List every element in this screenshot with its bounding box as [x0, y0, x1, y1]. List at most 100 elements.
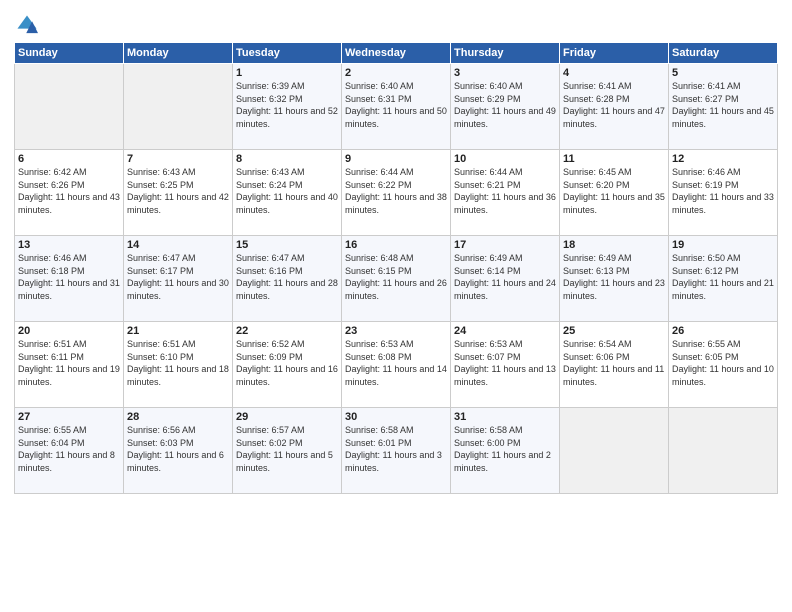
- calendar-cell: 4 Sunrise: 6:41 AM Sunset: 6:28 PM Dayli…: [560, 64, 669, 150]
- day-number: 29: [236, 411, 338, 423]
- day-number: 14: [127, 239, 229, 251]
- col-header-tuesday: Tuesday: [233, 43, 342, 64]
- calendar-cell: 28 Sunrise: 6:56 AM Sunset: 6:03 PM Dayl…: [124, 408, 233, 494]
- day-number: 31: [454, 411, 556, 423]
- calendar-cell: 9 Sunrise: 6:44 AM Sunset: 6:22 PM Dayli…: [342, 150, 451, 236]
- day-number: 5: [672, 67, 774, 79]
- day-detail: Sunrise: 6:42 AM Sunset: 6:26 PM Dayligh…: [18, 166, 120, 216]
- day-detail: Sunrise: 6:41 AM Sunset: 6:27 PM Dayligh…: [672, 80, 774, 130]
- calendar-cell: 21 Sunrise: 6:51 AM Sunset: 6:10 PM Dayl…: [124, 322, 233, 408]
- calendar-cell: 20 Sunrise: 6:51 AM Sunset: 6:11 PM Dayl…: [15, 322, 124, 408]
- logo-icon: [16, 14, 38, 36]
- day-detail: Sunrise: 6:55 AM Sunset: 6:04 PM Dayligh…: [18, 424, 120, 474]
- day-number: 2: [345, 67, 447, 79]
- day-detail: Sunrise: 6:39 AM Sunset: 6:32 PM Dayligh…: [236, 80, 338, 130]
- day-detail: Sunrise: 6:52 AM Sunset: 6:09 PM Dayligh…: [236, 338, 338, 388]
- day-number: 23: [345, 325, 447, 337]
- day-detail: Sunrise: 6:55 AM Sunset: 6:05 PM Dayligh…: [672, 338, 774, 388]
- day-detail: Sunrise: 6:47 AM Sunset: 6:16 PM Dayligh…: [236, 252, 338, 302]
- calendar-cell: 8 Sunrise: 6:43 AM Sunset: 6:24 PM Dayli…: [233, 150, 342, 236]
- day-detail: Sunrise: 6:44 AM Sunset: 6:21 PM Dayligh…: [454, 166, 556, 216]
- day-detail: Sunrise: 6:57 AM Sunset: 6:02 PM Dayligh…: [236, 424, 338, 474]
- day-number: 30: [345, 411, 447, 423]
- day-number: 16: [345, 239, 447, 251]
- day-detail: Sunrise: 6:51 AM Sunset: 6:11 PM Dayligh…: [18, 338, 120, 388]
- calendar-cell: 11 Sunrise: 6:45 AM Sunset: 6:20 PM Dayl…: [560, 150, 669, 236]
- calendar-cell: 18 Sunrise: 6:49 AM Sunset: 6:13 PM Dayl…: [560, 236, 669, 322]
- calendar-cell: 19 Sunrise: 6:50 AM Sunset: 6:12 PM Dayl…: [669, 236, 778, 322]
- day-detail: Sunrise: 6:51 AM Sunset: 6:10 PM Dayligh…: [127, 338, 229, 388]
- day-number: 7: [127, 153, 229, 165]
- day-detail: Sunrise: 6:58 AM Sunset: 6:01 PM Dayligh…: [345, 424, 447, 474]
- calendar-week-3: 13 Sunrise: 6:46 AM Sunset: 6:18 PM Dayl…: [15, 236, 778, 322]
- calendar-cell: 3 Sunrise: 6:40 AM Sunset: 6:29 PM Dayli…: [451, 64, 560, 150]
- col-header-saturday: Saturday: [669, 43, 778, 64]
- day-number: 11: [563, 153, 665, 165]
- calendar-cell: 31 Sunrise: 6:58 AM Sunset: 6:00 PM Dayl…: [451, 408, 560, 494]
- calendar-week-4: 20 Sunrise: 6:51 AM Sunset: 6:11 PM Dayl…: [15, 322, 778, 408]
- calendar-cell: 6 Sunrise: 6:42 AM Sunset: 6:26 PM Dayli…: [15, 150, 124, 236]
- day-detail: Sunrise: 6:40 AM Sunset: 6:31 PM Dayligh…: [345, 80, 447, 130]
- col-header-wednesday: Wednesday: [342, 43, 451, 64]
- day-detail: Sunrise: 6:46 AM Sunset: 6:19 PM Dayligh…: [672, 166, 774, 216]
- day-number: 17: [454, 239, 556, 251]
- col-header-sunday: Sunday: [15, 43, 124, 64]
- calendar-cell: 15 Sunrise: 6:47 AM Sunset: 6:16 PM Dayl…: [233, 236, 342, 322]
- day-detail: Sunrise: 6:56 AM Sunset: 6:03 PM Dayligh…: [127, 424, 229, 474]
- calendar-cell: 16 Sunrise: 6:48 AM Sunset: 6:15 PM Dayl…: [342, 236, 451, 322]
- day-number: 18: [563, 239, 665, 251]
- col-header-thursday: Thursday: [451, 43, 560, 64]
- logo: [14, 14, 38, 36]
- day-number: 24: [454, 325, 556, 337]
- day-detail: Sunrise: 6:47 AM Sunset: 6:17 PM Dayligh…: [127, 252, 229, 302]
- day-detail: Sunrise: 6:58 AM Sunset: 6:00 PM Dayligh…: [454, 424, 556, 474]
- day-detail: Sunrise: 6:40 AM Sunset: 6:29 PM Dayligh…: [454, 80, 556, 130]
- day-number: 13: [18, 239, 120, 251]
- calendar-cell: 13 Sunrise: 6:46 AM Sunset: 6:18 PM Dayl…: [15, 236, 124, 322]
- calendar-cell: 17 Sunrise: 6:49 AM Sunset: 6:14 PM Dayl…: [451, 236, 560, 322]
- calendar-week-5: 27 Sunrise: 6:55 AM Sunset: 6:04 PM Dayl…: [15, 408, 778, 494]
- day-detail: Sunrise: 6:53 AM Sunset: 6:08 PM Dayligh…: [345, 338, 447, 388]
- day-number: 8: [236, 153, 338, 165]
- header: [14, 10, 778, 36]
- day-detail: Sunrise: 6:48 AM Sunset: 6:15 PM Dayligh…: [345, 252, 447, 302]
- calendar-header-row: SundayMondayTuesdayWednesdayThursdayFrid…: [15, 43, 778, 64]
- calendar-table: SundayMondayTuesdayWednesdayThursdayFrid…: [14, 42, 778, 494]
- day-detail: Sunrise: 6:43 AM Sunset: 6:25 PM Dayligh…: [127, 166, 229, 216]
- day-number: 15: [236, 239, 338, 251]
- calendar-cell: [124, 64, 233, 150]
- logo-text: [14, 14, 38, 36]
- day-number: 6: [18, 153, 120, 165]
- day-detail: Sunrise: 6:46 AM Sunset: 6:18 PM Dayligh…: [18, 252, 120, 302]
- calendar-cell: 30 Sunrise: 6:58 AM Sunset: 6:01 PM Dayl…: [342, 408, 451, 494]
- day-detail: Sunrise: 6:43 AM Sunset: 6:24 PM Dayligh…: [236, 166, 338, 216]
- calendar-cell: 1 Sunrise: 6:39 AM Sunset: 6:32 PM Dayli…: [233, 64, 342, 150]
- day-number: 28: [127, 411, 229, 423]
- day-detail: Sunrise: 6:54 AM Sunset: 6:06 PM Dayligh…: [563, 338, 665, 388]
- calendar-cell: 10 Sunrise: 6:44 AM Sunset: 6:21 PM Dayl…: [451, 150, 560, 236]
- calendar-cell: 2 Sunrise: 6:40 AM Sunset: 6:31 PM Dayli…: [342, 64, 451, 150]
- day-detail: Sunrise: 6:50 AM Sunset: 6:12 PM Dayligh…: [672, 252, 774, 302]
- calendar-cell: [15, 64, 124, 150]
- day-number: 4: [563, 67, 665, 79]
- calendar-cell: 27 Sunrise: 6:55 AM Sunset: 6:04 PM Dayl…: [15, 408, 124, 494]
- day-number: 20: [18, 325, 120, 337]
- calendar-cell: 7 Sunrise: 6:43 AM Sunset: 6:25 PM Dayli…: [124, 150, 233, 236]
- day-number: 1: [236, 67, 338, 79]
- day-number: 12: [672, 153, 774, 165]
- day-number: 22: [236, 325, 338, 337]
- day-detail: Sunrise: 6:49 AM Sunset: 6:14 PM Dayligh…: [454, 252, 556, 302]
- calendar-cell: 14 Sunrise: 6:47 AM Sunset: 6:17 PM Dayl…: [124, 236, 233, 322]
- calendar-cell: [560, 408, 669, 494]
- day-number: 19: [672, 239, 774, 251]
- day-detail: Sunrise: 6:49 AM Sunset: 6:13 PM Dayligh…: [563, 252, 665, 302]
- calendar-cell: 25 Sunrise: 6:54 AM Sunset: 6:06 PM Dayl…: [560, 322, 669, 408]
- calendar-cell: 26 Sunrise: 6:55 AM Sunset: 6:05 PM Dayl…: [669, 322, 778, 408]
- calendar-cell: 24 Sunrise: 6:53 AM Sunset: 6:07 PM Dayl…: [451, 322, 560, 408]
- day-number: 25: [563, 325, 665, 337]
- page: SundayMondayTuesdayWednesdayThursdayFrid…: [0, 0, 792, 612]
- day-number: 21: [127, 325, 229, 337]
- calendar-cell: 22 Sunrise: 6:52 AM Sunset: 6:09 PM Dayl…: [233, 322, 342, 408]
- col-header-monday: Monday: [124, 43, 233, 64]
- day-number: 26: [672, 325, 774, 337]
